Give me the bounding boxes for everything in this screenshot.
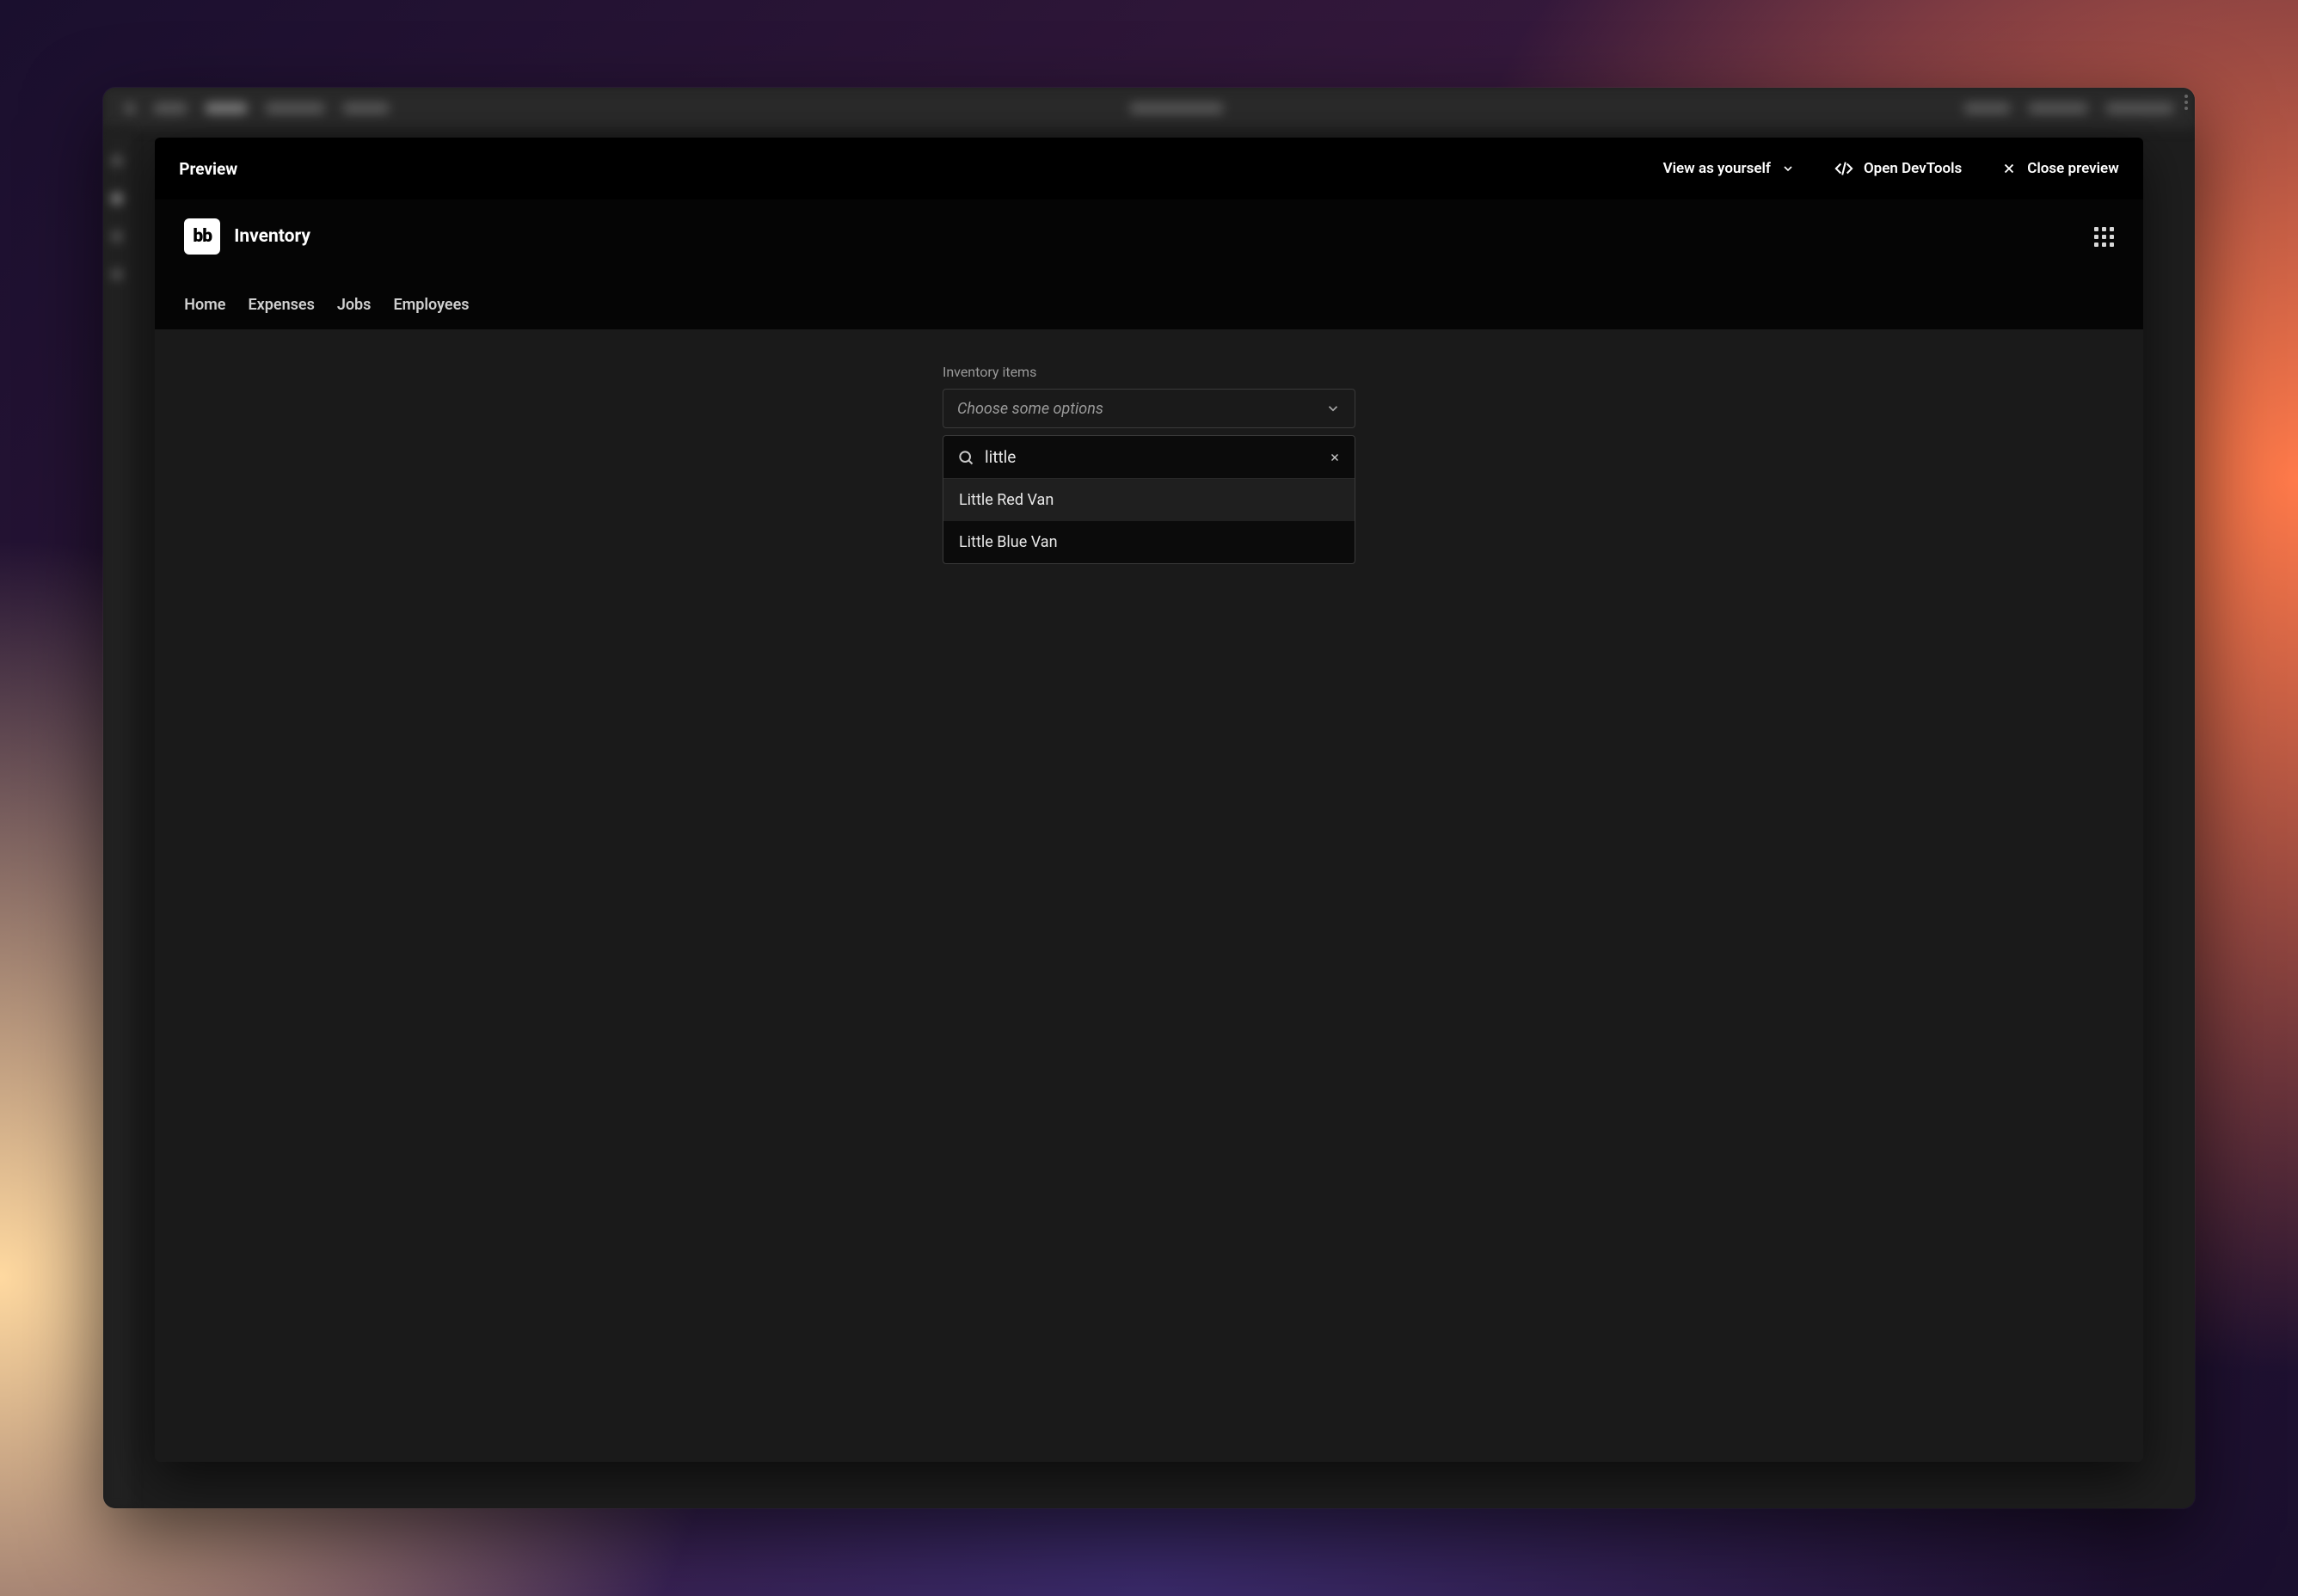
view-as-label: View as yourself bbox=[1663, 160, 1771, 177]
preview-bar: Preview View as yourself Open DevTools C… bbox=[155, 138, 2143, 200]
dropdown-option[interactable]: Little Blue Van bbox=[943, 521, 1355, 563]
multiselect-box[interactable]: Choose some options bbox=[943, 389, 1355, 428]
close-preview-button[interactable]: Close preview bbox=[2001, 160, 2118, 177]
close-icon bbox=[2001, 161, 2017, 176]
view-as-dropdown[interactable]: View as yourself bbox=[1663, 160, 1795, 177]
search-icon bbox=[957, 449, 974, 466]
devtools-label: Open DevTools bbox=[1864, 160, 1962, 177]
app-body: Inventory items Choose some options Litt… bbox=[155, 329, 2143, 1462]
chevron-down-icon bbox=[1325, 401, 1341, 416]
nav-jobs[interactable]: Jobs bbox=[337, 296, 372, 314]
nav-employees[interactable]: Employees bbox=[393, 296, 469, 314]
apps-grid-icon[interactable] bbox=[2094, 227, 2114, 247]
preview-title: Preview bbox=[179, 159, 237, 179]
chevron-down-icon bbox=[1781, 162, 1795, 175]
preview-panel: Preview View as yourself Open DevTools C… bbox=[155, 138, 2143, 1462]
window-menu-icon[interactable] bbox=[2184, 95, 2188, 110]
close-label: Close preview bbox=[2027, 160, 2118, 177]
nav-home[interactable]: Home bbox=[184, 296, 225, 314]
app-title: Inventory bbox=[234, 226, 310, 247]
close-icon bbox=[1329, 451, 1341, 463]
blurred-sidebar bbox=[103, 129, 131, 1508]
blurred-toolbar bbox=[103, 88, 2195, 129]
field-label: Inventory items bbox=[943, 364, 1355, 380]
app-header: bb Inventory Home Expenses Jobs Employee… bbox=[155, 200, 2143, 329]
dropdown-search-input[interactable] bbox=[985, 447, 1318, 467]
dropdown-option[interactable]: Little Red Van bbox=[943, 479, 1355, 521]
open-devtools-button[interactable]: Open DevTools bbox=[1834, 159, 1962, 178]
dropdown-search-row bbox=[943, 436, 1355, 479]
nav-expenses[interactable]: Expenses bbox=[249, 296, 315, 314]
app-logo: bb bbox=[184, 218, 220, 255]
code-icon bbox=[1834, 159, 1853, 178]
app-nav: Home Expenses Jobs Employees bbox=[184, 296, 2114, 329]
multiselect-placeholder: Choose some options bbox=[957, 400, 1103, 418]
multiselect-dropdown: Little Red Van Little Blue Van bbox=[943, 435, 1355, 564]
clear-search-button[interactable] bbox=[1329, 451, 1341, 463]
browser-window: Preview View as yourself Open DevTools C… bbox=[103, 88, 2195, 1508]
